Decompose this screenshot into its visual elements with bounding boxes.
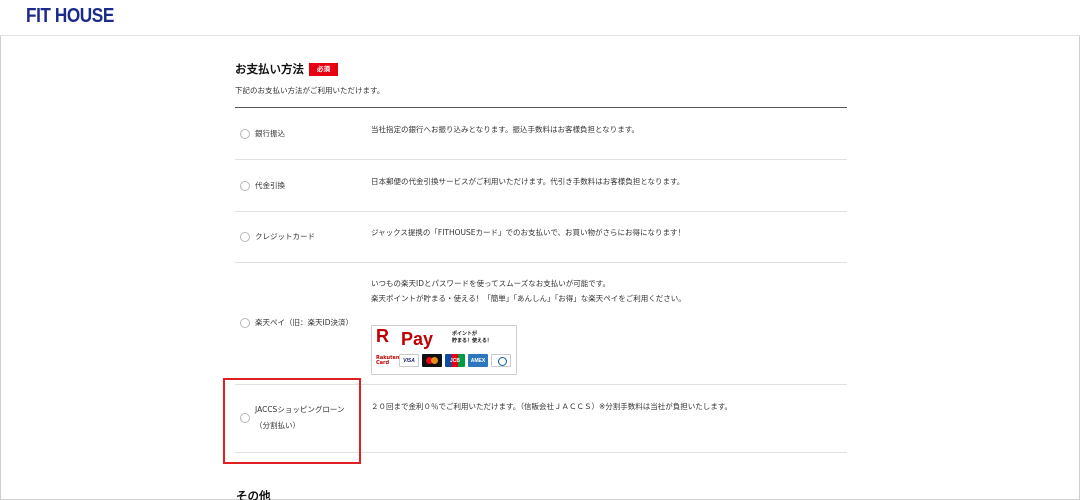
amex-icon: AMEX [468, 354, 488, 367]
rakuten-card-icon: Rakuten Card [376, 354, 400, 366]
option-description: 日本郵便の代金引換サービスがご利用いただけます。代引き手数料はお客様負担となりま… [371, 177, 685, 186]
option-label: 楽天ペイ（旧：楽天ID決済） [255, 318, 353, 327]
card-brand-icons: Rakuten Card VISA JCB AMEX [376, 354, 511, 367]
payment-option-cash-on-delivery: 代金引換 日本郵便の代金引換サービスがご利用いただけます。代引き手数料はお客様負… [235, 160, 847, 212]
radio-button[interactable] [240, 232, 250, 242]
radio-button[interactable] [240, 129, 250, 139]
option-label: クレジットカード [255, 232, 315, 241]
option-description-line-2: 楽天ポイントが貯まる・使える！「簡単」「あんしん」「お得」な楽天ペイをご利用くだ… [371, 294, 686, 303]
diners-icon [491, 354, 511, 367]
fithouse-logo[interactable]: FIT HOUSE [26, 5, 114, 28]
option-label: 銀行振込 [255, 129, 285, 138]
payment-option-bank-transfer: 銀行振込 当社指定の銀行へお振り込みとなります。振込手数料はお客様負担となります… [235, 108, 847, 160]
section-title: お支払い方法 [235, 62, 304, 76]
radio-button[interactable] [240, 181, 250, 191]
option-radio-group[interactable]: クレジットカード [240, 231, 315, 243]
payment-option-rakuten-pay: 楽天ペイ（旧：楽天ID決済） いつもの楽天IDとパスワードを使ってスムーズなお支… [235, 263, 847, 385]
jcb-icon: JCB [445, 354, 465, 367]
option-description-line-1: いつもの楽天IDとパスワードを使ってスムーズなお支払いが可能です。 [371, 279, 610, 288]
section-description: 下記のお支払い方法がご利用いただけます。 [235, 86, 385, 95]
other-section-title: その他 [236, 489, 271, 500]
site-header: FIT HOUSE [0, 0, 1080, 36]
option-radio-group[interactable]: 銀行振込 [240, 128, 285, 140]
option-description: ジャックス提携の「FITHOUSEカード」でのお支払いで、お買い物がさらにお得に… [371, 228, 686, 237]
highlight-annotation-box [223, 378, 361, 464]
rakuten-pay-logo-image: R Pay ポイントが 貯まる！使える！ Rakuten Card VISA J… [371, 325, 517, 375]
option-radio-group[interactable]: 代金引換 [240, 180, 285, 192]
option-description: 当社指定の銀行へお振り込みとなります。振込手数料はお客様負担となります。 [371, 125, 640, 134]
option-radio-group[interactable]: 楽天ペイ（旧：楽天ID決済） [240, 317, 353, 329]
mastercard-icon [422, 354, 442, 367]
rakuten-pay-wordmark: Pay [401, 329, 434, 349]
rakuten-tagline: ポイントが 貯まる！使える！ [452, 331, 492, 344]
required-badge: 必須 [309, 62, 338, 76]
rakuten-r-icon: R [376, 326, 389, 346]
option-label: 代金引換 [255, 181, 285, 190]
section-title-row: お支払い方法 必須 [235, 60, 847, 78]
visa-icon: VISA [399, 354, 419, 367]
radio-button[interactable] [240, 318, 250, 328]
payment-method-section: お支払い方法 必須 下記のお支払い方法がご利用いただけます。 銀行振込 当社指定… [235, 60, 847, 453]
option-description: ２０回まで金利０％でご利用いただけます。（信販会社ＪＡＣＣＳ）※分割手数料は当社… [371, 402, 733, 411]
payment-option-credit-card: クレジットカード ジャックス提携の「FITHOUSEカード」でのお支払いで、お買… [235, 212, 847, 263]
